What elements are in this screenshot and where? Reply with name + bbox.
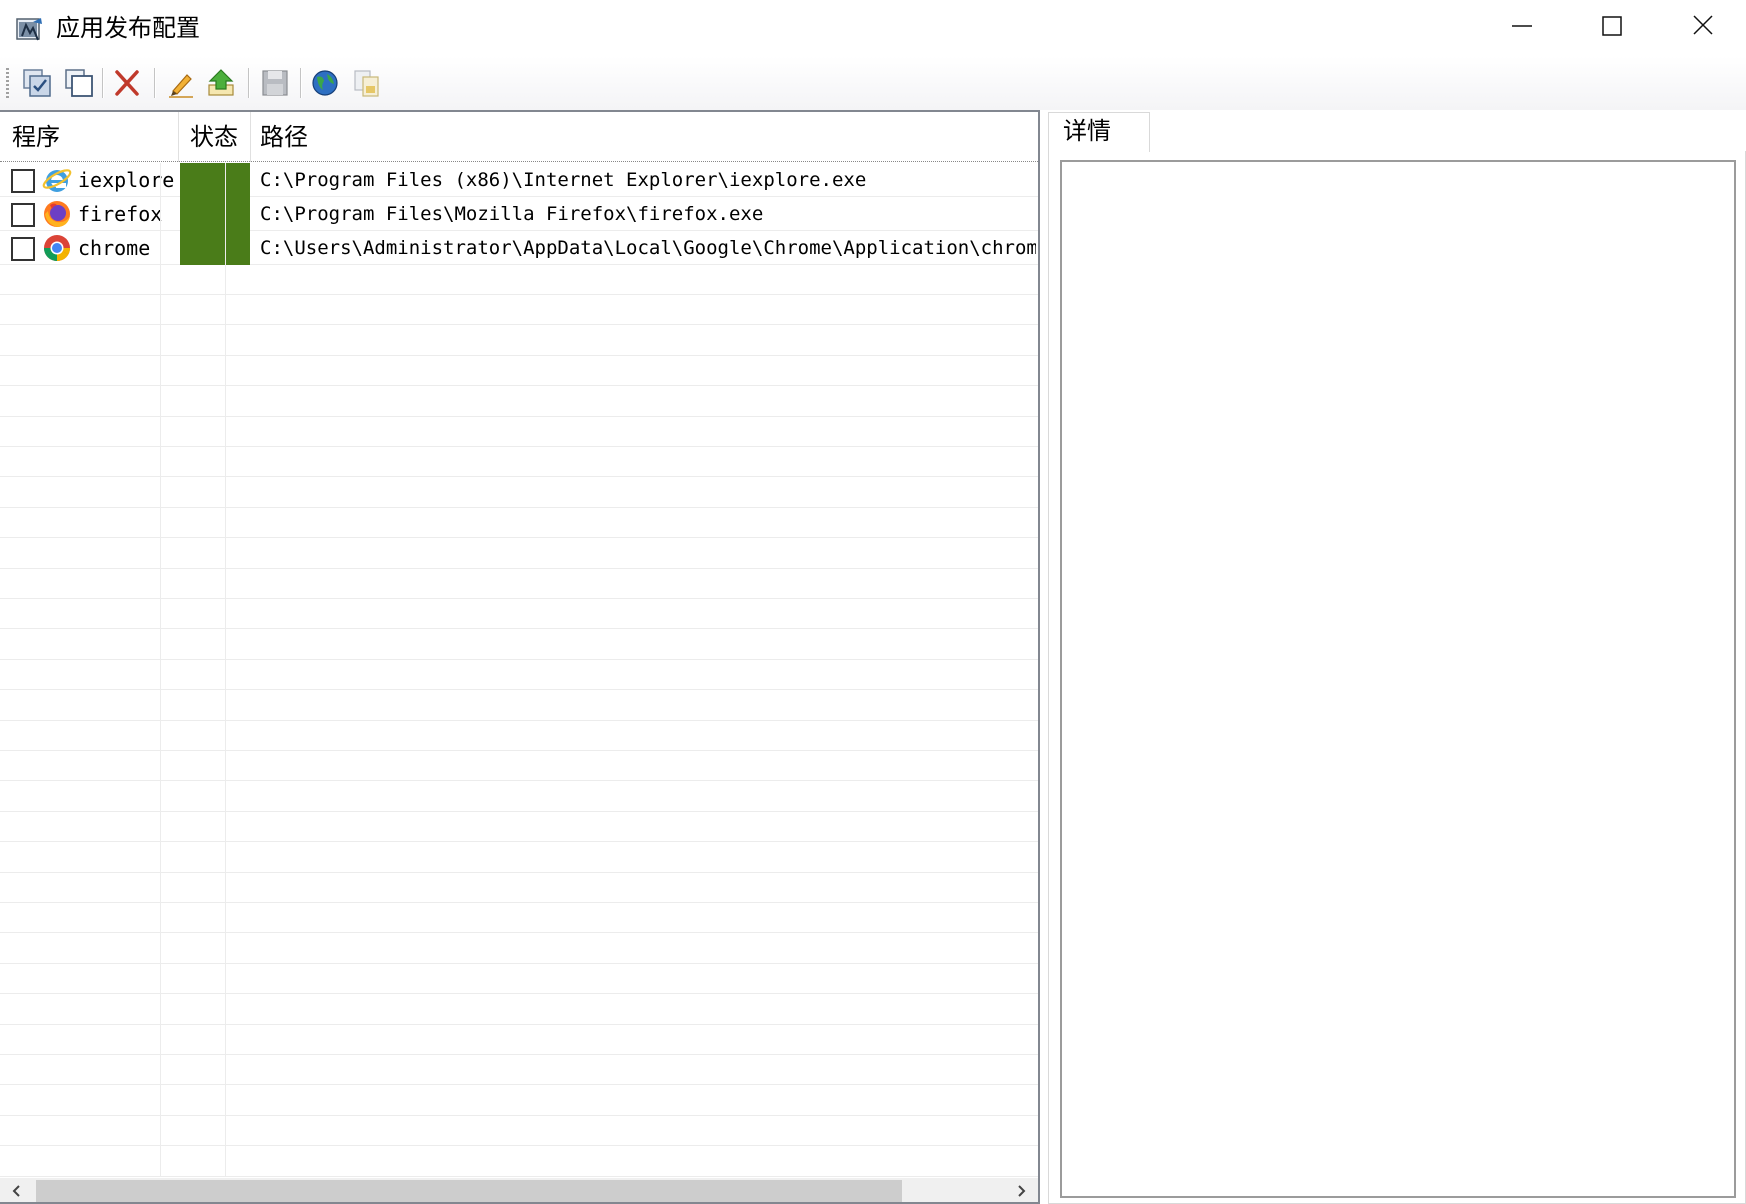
internet-explorer-icon bbox=[42, 165, 72, 195]
copy-button[interactable] bbox=[348, 64, 386, 102]
empty-row bbox=[0, 964, 1038, 994]
empty-row bbox=[0, 721, 1038, 751]
title-bar: 应用发布配置 bbox=[0, 0, 1746, 56]
empty-row bbox=[0, 630, 1038, 660]
empty-row bbox=[0, 782, 1038, 812]
maximize-icon bbox=[1602, 16, 1622, 36]
save-button[interactable] bbox=[256, 64, 294, 102]
program-name: firefox bbox=[78, 202, 163, 226]
deselect-all-button[interactable] bbox=[60, 64, 98, 102]
list-header: 程序 状态 路径 bbox=[0, 112, 1038, 162]
grid-column-line bbox=[160, 163, 161, 1177]
empty-row bbox=[0, 508, 1038, 538]
delete-icon bbox=[115, 70, 139, 96]
empty-row bbox=[0, 387, 1038, 417]
row-checkbox[interactable] bbox=[11, 169, 35, 193]
chrome-icon bbox=[42, 233, 72, 263]
toolbar-grip[interactable] bbox=[6, 68, 9, 98]
publish-icon bbox=[208, 69, 234, 96]
toolbar-separator bbox=[102, 68, 104, 98]
empty-row bbox=[0, 873, 1038, 903]
maximize-button[interactable] bbox=[1566, 0, 1658, 56]
empty-row bbox=[0, 934, 1038, 964]
empty-row bbox=[0, 1147, 1038, 1177]
horizontal-scrollbar[interactable] bbox=[0, 1178, 1038, 1202]
empty-row bbox=[0, 599, 1038, 629]
firefox-icon bbox=[42, 199, 72, 229]
select-all-icon bbox=[23, 69, 51, 97]
minimize-icon bbox=[1512, 25, 1532, 27]
toolbar-separator bbox=[154, 68, 156, 98]
empty-row bbox=[0, 1055, 1038, 1085]
empty-row bbox=[0, 751, 1038, 781]
empty-row bbox=[0, 812, 1038, 842]
empty-row bbox=[0, 843, 1038, 873]
empty-row bbox=[0, 995, 1038, 1025]
list-body: iexplore C:\Program Files (x86)\Internet… bbox=[0, 163, 1038, 1177]
status-indicator bbox=[180, 231, 250, 265]
scroll-left-button[interactable] bbox=[0, 1178, 34, 1202]
app-icon bbox=[16, 16, 44, 42]
row-checkbox[interactable] bbox=[11, 237, 35, 261]
empty-row bbox=[0, 295, 1038, 325]
list-row-firefox[interactable]: firefox C:\Program Files\Mozilla Firefox… bbox=[0, 197, 1038, 231]
empty-row bbox=[0, 417, 1038, 447]
empty-row bbox=[0, 569, 1038, 599]
program-path: C:\Program Files\Mozilla Firefox\firefox… bbox=[260, 203, 764, 225]
empty-row bbox=[0, 265, 1038, 295]
detail-content-box[interactable] bbox=[1060, 160, 1736, 1198]
select-all-button[interactable] bbox=[18, 64, 56, 102]
detail-panel: 详情 bbox=[1040, 110, 1746, 1204]
chevron-left-icon bbox=[12, 1185, 20, 1197]
list-row-chrome[interactable]: chrome C:\Users\Administrator\AppData\Lo… bbox=[0, 231, 1038, 265]
status-indicator bbox=[180, 163, 250, 197]
column-header-program[interactable]: 程序 bbox=[0, 112, 178, 162]
empty-row bbox=[0, 903, 1038, 933]
empty-row bbox=[0, 539, 1038, 569]
scroll-right-button[interactable] bbox=[1004, 1178, 1038, 1202]
empty-row bbox=[0, 356, 1038, 386]
grid-column-line bbox=[225, 163, 226, 1177]
edit-icon bbox=[169, 74, 193, 98]
list-row-iexplore[interactable]: iexplore C:\Program Files (x86)\Internet… bbox=[0, 163, 1038, 197]
column-header-status[interactable]: 状态 bbox=[178, 112, 250, 162]
empty-row bbox=[0, 1116, 1038, 1146]
empty-row bbox=[0, 1086, 1038, 1116]
minimize-button[interactable] bbox=[1476, 0, 1568, 56]
globe-icon bbox=[312, 70, 338, 96]
close-button[interactable] bbox=[1658, 0, 1746, 56]
empty-row bbox=[0, 1025, 1038, 1055]
empty-row bbox=[0, 691, 1038, 721]
program-path: C:\Program Files (x86)\Internet Explorer… bbox=[260, 169, 867, 191]
publish-button[interactable] bbox=[202, 64, 240, 102]
tab-details[interactable]: 详情 bbox=[1048, 112, 1150, 152]
empty-row bbox=[0, 326, 1038, 356]
window-title: 应用发布配置 bbox=[56, 14, 200, 42]
deselect-all-icon bbox=[65, 69, 93, 97]
delete-button[interactable] bbox=[108, 64, 146, 102]
toolbar-separator bbox=[300, 68, 302, 98]
save-icon bbox=[262, 70, 288, 96]
close-icon bbox=[1693, 15, 1713, 35]
globe-button[interactable] bbox=[306, 64, 344, 102]
program-path: C:\Users\Administrator\AppData\Local\Goo… bbox=[260, 237, 1036, 259]
empty-row bbox=[0, 660, 1038, 690]
program-name: chrome bbox=[78, 236, 151, 260]
toolbar-separator bbox=[248, 68, 250, 98]
status-indicator bbox=[180, 197, 250, 231]
edit-button[interactable] bbox=[162, 64, 200, 102]
row-checkbox[interactable] bbox=[11, 203, 35, 227]
chevron-right-icon bbox=[1018, 1185, 1026, 1197]
toolbar bbox=[0, 56, 1746, 110]
program-list[interactable]: 程序 状态 路径 iexplore C:\Program Files (x86)… bbox=[0, 110, 1040, 1204]
empty-row bbox=[0, 478, 1038, 508]
empty-row bbox=[0, 447, 1038, 477]
column-header-path[interactable]: 路径 bbox=[250, 112, 1038, 162]
copy-icon bbox=[354, 70, 379, 97]
scrollbar-thumb[interactable] bbox=[36, 1180, 902, 1202]
